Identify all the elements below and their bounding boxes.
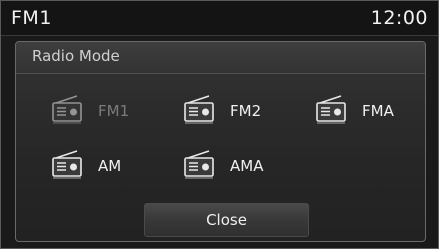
radio-icon xyxy=(316,95,346,124)
mode-label: AM xyxy=(98,157,122,175)
mode-option-fma[interactable]: FMA xyxy=(314,92,424,128)
popup-title: Radio Mode xyxy=(32,47,120,65)
status-bar: FM1 12:00 xyxy=(1,1,438,36)
popup-header: Radio Mode xyxy=(16,42,425,74)
mode-option-am[interactable]: AM xyxy=(50,147,160,183)
close-button[interactable]: Close xyxy=(144,203,309,237)
mode-option-ama[interactable]: AMA xyxy=(182,147,292,183)
mode-label: FM2 xyxy=(230,102,262,120)
current-source-title: FM1 xyxy=(11,7,52,29)
mode-label: AMA xyxy=(230,157,264,175)
radio-icon xyxy=(184,150,214,179)
mode-option-fm1[interactable]: FM1 xyxy=(50,92,160,128)
mode-option-fm2[interactable]: FM2 xyxy=(182,92,292,128)
clock: 12:00 xyxy=(370,7,428,29)
radio-mode-popup: Radio Mode FM1 FM2 FMA AM AMA Close xyxy=(15,41,426,242)
radio-icon xyxy=(52,150,82,179)
radio-icon xyxy=(52,95,82,124)
mode-label: FMA xyxy=(362,102,394,120)
mode-label: FM1 xyxy=(98,102,130,120)
head-unit-screen: FM1 12:00 Radio Mode FM1 FM2 FMA AM AMA … xyxy=(0,0,439,249)
radio-icon xyxy=(184,95,214,124)
